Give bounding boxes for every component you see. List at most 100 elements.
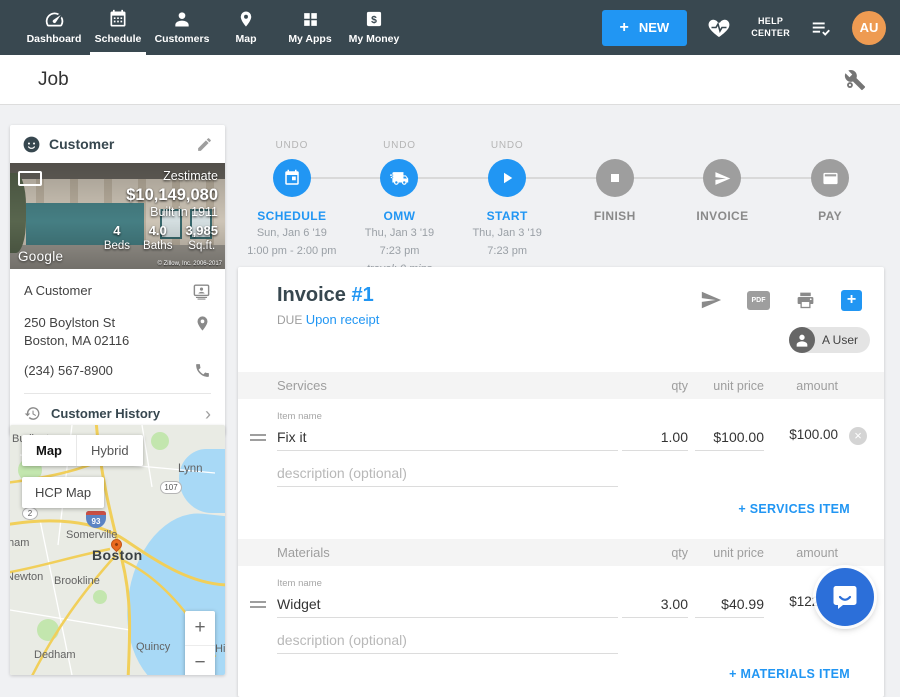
customer-history-link[interactable]: Customer History › — [24, 393, 211, 423]
map-label-lynn: Lynn — [178, 463, 203, 475]
invoice-due: DUE Upon receipt — [277, 312, 379, 327]
drag-handle[interactable] — [250, 431, 266, 444]
customer-face-icon — [22, 135, 41, 154]
add-materials-item-link[interactable]: + MATERIALS ITEM — [729, 667, 850, 681]
map-type-hybrid-button[interactable]: Hybrid — [76, 435, 143, 466]
step-date: Sun, Jan 6 '19 — [257, 226, 327, 241]
apps-grid-icon — [301, 8, 320, 30]
nav-item-customers[interactable]: Customers — [150, 0, 214, 55]
map-label-hingham: Hi — [215, 643, 225, 655]
fact-beds: 4 Beds — [104, 223, 130, 254]
fact-value: 4.0 — [143, 223, 172, 239]
undo-link[interactable]: UNDO — [383, 140, 416, 159]
invoice-number[interactable]: #1 — [351, 284, 373, 306]
map-type-map-button[interactable]: Map — [22, 435, 76, 466]
finish-step-button[interactable] — [596, 159, 634, 197]
remove-service-item-button[interactable]: × — [849, 427, 867, 445]
help-center-link[interactable]: HELP CENTER — [751, 16, 790, 39]
service-unit-price-input[interactable] — [695, 423, 764, 451]
drag-handle[interactable] — [250, 598, 266, 611]
calendar-icon — [283, 169, 301, 187]
phone-icon[interactable] — [194, 362, 211, 379]
unit-price-column-header: unit price — [684, 379, 764, 393]
top-nav: Dashboard Schedule Customers Map My Apps… — [0, 0, 900, 55]
new-button[interactable]: + NEW — [602, 10, 688, 46]
material-unit-price-input[interactable] — [695, 590, 764, 618]
due-value-link[interactable]: Upon receipt — [306, 312, 380, 327]
heart-pulse-icon[interactable] — [707, 16, 731, 40]
pdf-icon[interactable]: PDF — [747, 291, 770, 310]
customer-card: Customer Zestimate $10,149,080 Built in … — [10, 125, 225, 435]
map-type-toggle: Map Hybrid — [22, 435, 143, 466]
material-description-input[interactable] — [277, 626, 618, 654]
undo-link[interactable]: UNDO — [276, 140, 309, 159]
assigned-user-name: A User — [822, 333, 858, 347]
location-pin-icon[interactable] — [194, 314, 211, 333]
fact-value: 4 — [104, 223, 130, 239]
contact-card-icon[interactable] — [192, 282, 211, 301]
service-amount: $100.00 — [758, 427, 838, 442]
zoom-out-button[interactable]: − — [185, 645, 215, 675]
nav-item-dashboard[interactable]: Dashboard — [22, 0, 86, 55]
nav-label: Schedule — [95, 33, 142, 45]
print-icon[interactable] — [795, 290, 816, 311]
timeline-step-omw: UNDO OMW Thu, Jan 3 '19 7:23 pm travel: … — [346, 140, 454, 277]
job-settings-icon[interactable] — [844, 69, 866, 91]
step-time: 7:23 pm — [380, 244, 420, 259]
invoice-title: Invoice #1 — [277, 284, 374, 307]
map-zoom-control: + − — [185, 611, 215, 675]
assigned-user-chip[interactable]: A User — [789, 327, 870, 353]
property-facts: 4 Beds 4.0 Baths 3,985 Sq.ft. — [104, 223, 218, 254]
credit-card-icon — [822, 170, 839, 187]
chat-launcher-button[interactable] — [816, 568, 874, 626]
help-center-line1: HELP — [751, 16, 790, 28]
truck-icon — [390, 169, 409, 188]
material-qty-input[interactable] — [622, 590, 688, 618]
customer-address-row: 250 Boylston St Boston, MA 02116 — [24, 314, 211, 349]
timeline-step-invoice: INVOICE — [669, 140, 777, 277]
nav-label: Map — [236, 33, 257, 45]
schedule-step-button[interactable] — [273, 159, 311, 197]
zestimate-overlay: Zestimate $10,149,080 Built in 1911 4 Be… — [104, 169, 218, 254]
undo-link[interactable]: UNDO — [491, 140, 524, 159]
map-label-quincy: Quincy — [136, 641, 170, 653]
services-section-header: Services qty unit price amount — [238, 372, 884, 399]
customer-name-row: A Customer — [24, 282, 211, 301]
send-icon — [714, 170, 731, 187]
job-status-timeline: UNDO SCHEDULE Sun, Jan 6 '19 1:00 pm - 2… — [238, 140, 884, 277]
add-services-item-link[interactable]: + SERVICES ITEM — [738, 502, 850, 516]
nav-item-my-money[interactable]: $ My Money — [342, 0, 406, 55]
send-invoice-icon[interactable] — [700, 289, 722, 311]
service-qty-input[interactable] — [622, 423, 688, 451]
chat-bubble-icon — [831, 583, 859, 611]
nav-item-map[interactable]: Map — [214, 0, 278, 55]
zestimate-label: Zestimate — [104, 169, 218, 185]
task-list-check-icon[interactable] — [810, 17, 832, 39]
invoice-card: Invoice #1 DUE Upon receipt PDF + A User… — [238, 267, 884, 697]
step-label: INVOICE — [696, 209, 748, 223]
schedule-icon — [108, 8, 128, 30]
service-item-name-input[interactable] — [277, 423, 618, 451]
service-description-input[interactable] — [277, 459, 618, 487]
user-avatar[interactable]: AU — [852, 11, 886, 45]
omw-step-button[interactable] — [380, 159, 418, 197]
start-step-button[interactable] — [488, 159, 526, 197]
invoice-step-button[interactable] — [703, 159, 741, 197]
nav-item-my-apps[interactable]: My Apps — [278, 0, 342, 55]
add-invoice-button[interactable]: + — [841, 290, 862, 311]
customer-phone: (234) 567-8900 — [24, 362, 113, 380]
photo-copyright: © Zillow, Inc. 2006-2017 — [158, 261, 222, 267]
material-item-name-input[interactable] — [277, 590, 618, 618]
hcp-map-button[interactable]: HCP Map — [22, 477, 104, 508]
qty-column-header: qty — [628, 379, 688, 393]
step-label: FINISH — [594, 209, 636, 223]
route-107-shield: 107 — [160, 481, 182, 494]
invoice-title-text: Invoice — [277, 284, 346, 306]
streetview-frame-icon[interactable] — [18, 171, 42, 186]
pay-step-button[interactable] — [811, 159, 849, 197]
nav-item-schedule[interactable]: Schedule — [86, 0, 150, 55]
address-line1: 250 Boylston St — [24, 315, 115, 330]
zoom-in-button[interactable]: + — [185, 611, 215, 645]
zestimate-value: $10,149,080 — [104, 185, 218, 206]
edit-pencil-icon[interactable] — [196, 136, 213, 153]
